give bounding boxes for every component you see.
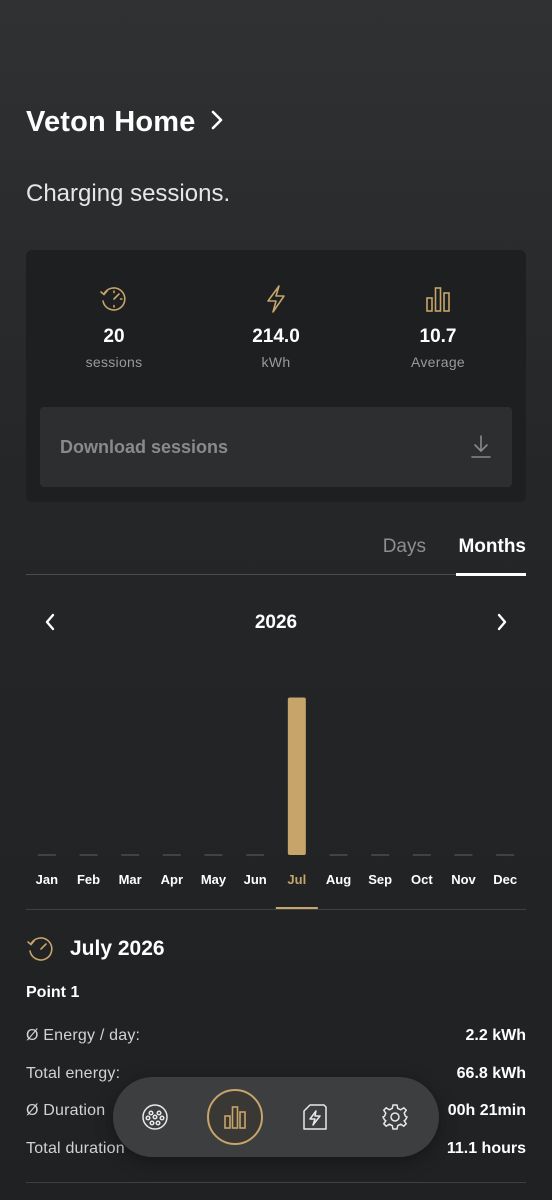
detail-label: Ø Energy / day: <box>26 1027 141 1044</box>
bottom-divider <box>26 1182 526 1183</box>
nav-settings[interactable] <box>367 1089 423 1145</box>
detail-label: Ø Duration <box>26 1102 106 1119</box>
detail-value: 2.2 kWh <box>465 1027 526 1044</box>
period-title: July 2026 <box>70 937 165 960</box>
bottom-navigation <box>113 1077 439 1157</box>
lightning-icon <box>196 284 356 314</box>
location-header[interactable]: Veton Home <box>26 106 224 139</box>
chevron-right-icon <box>210 109 224 136</box>
chart-divider <box>26 909 526 910</box>
stat-energy: 214.0 kWh <box>196 284 356 370</box>
detail-label: Total energy: <box>26 1065 121 1082</box>
page-title: Veton Home <box>26 106 196 138</box>
stat-label: Average <box>411 354 465 370</box>
chart-tick-label[interactable]: Jun <box>244 872 267 887</box>
page-subtitle: Charging sessions. <box>26 180 231 207</box>
chart-tick-label[interactable]: Apr <box>161 872 183 887</box>
selected-year: 2026 <box>254 612 298 633</box>
chart-tick-label[interactable]: Feb <box>77 872 100 887</box>
stat-sessions: 20 sessions <box>34 284 194 370</box>
charger-plug-icon <box>142 1104 168 1130</box>
detail-value: 11.1 hours <box>446 1140 526 1157</box>
tab-days[interactable]: Days <box>383 536 426 558</box>
active-tab-indicator <box>456 573 526 576</box>
nav-energy[interactable] <box>287 1089 343 1145</box>
chart-tick-label[interactable]: May <box>201 872 227 887</box>
chart-tick-label[interactable]: Oct <box>411 872 433 887</box>
detail-label: Total duration <box>26 1140 125 1157</box>
nav-statistics[interactable] <box>207 1089 263 1145</box>
chevron-right-icon[interactable] <box>496 612 508 637</box>
chart-bar-jul[interactable] <box>287 697 306 855</box>
energy-device-icon <box>303 1104 327 1130</box>
chart-svg: Jan Feb Mar Apr May Jun Jul Aug Sep Oct Nov Dec <box>36 697 517 910</box>
period-tabs: Days Months <box>26 528 526 576</box>
download-sessions-label: Download sessions <box>60 436 229 457</box>
history-clock-icon <box>26 934 56 964</box>
download-sessions-button[interactable]: Download sessions <box>40 407 512 487</box>
detail-value: 66.8 kWh <box>456 1065 526 1082</box>
detail-value: 00h 21min <box>447 1102 526 1119</box>
chart-tick-label[interactable]: Jan <box>36 872 58 887</box>
stat-value: 20 <box>103 326 125 347</box>
chart-tick-label[interactable]: Aug <box>326 872 351 887</box>
chart-tick-label[interactable]: Sep <box>368 872 392 887</box>
monthly-energy-chart: Jan Feb Mar Apr May Jun Jul Aug Sep Oct Nov Dec <box>26 650 526 910</box>
chart-tick-label[interactable]: Nov <box>451 872 476 887</box>
download-icon <box>470 434 492 460</box>
bar-chart-icon <box>358 284 518 314</box>
gear-icon <box>381 1104 409 1130</box>
stat-label: kWh <box>261 354 291 370</box>
bar-chart-icon <box>224 1106 246 1129</box>
stats-card: 20 sessions 214.0 kWh 10.7 Average Downl… <box>26 250 526 502</box>
nav-charger[interactable] <box>127 1089 183 1145</box>
chart-tick-label[interactable]: Mar <box>119 872 142 887</box>
stat-average: 10.7 Average <box>358 284 518 370</box>
year-navigator: 2026 <box>26 604 526 640</box>
history-clock-icon <box>34 284 194 314</box>
stat-value: 214.0 <box>252 326 300 347</box>
period-header: July 2026 <box>26 934 165 964</box>
stat-label: sessions <box>85 354 143 370</box>
tab-months[interactable]: Months <box>458 536 526 558</box>
charge-point-name: Point 1 <box>26 984 80 1001</box>
chart-tick-label[interactable]: Dec <box>493 872 517 887</box>
detail-row: Ø Energy / day: 2.2 kWh <box>26 1024 526 1048</box>
stat-value: 10.7 <box>419 326 457 347</box>
chart-tick-label[interactable]: Jul <box>287 872 306 887</box>
